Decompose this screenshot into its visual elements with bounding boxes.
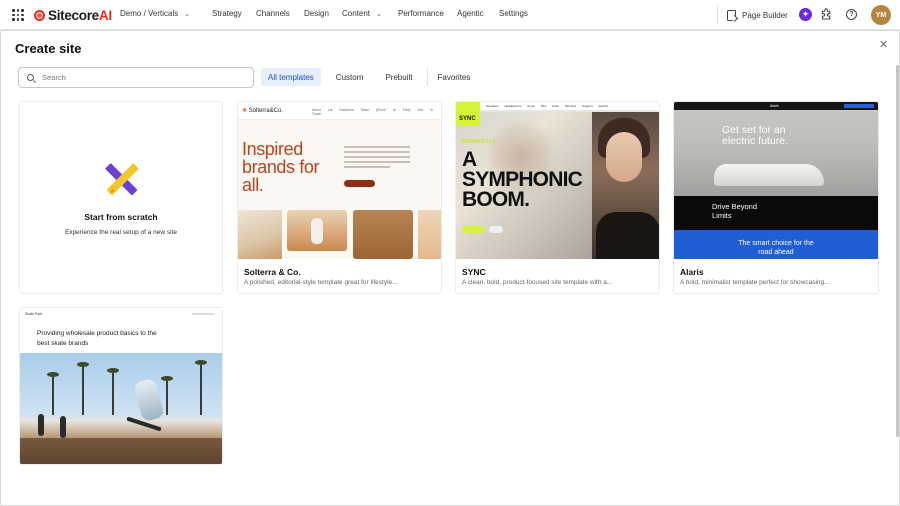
template-name: SYNC	[462, 267, 486, 277]
nav-settings[interactable]: Settings	[499, 9, 528, 18]
preview-cta	[489, 226, 503, 233]
nav-design[interactable]: Design	[304, 9, 329, 18]
preview-image	[238, 210, 282, 259]
avatar[interactable]: YM	[871, 5, 891, 25]
modal-title: Create site	[15, 41, 82, 56]
template-preview: ✺ Solterra&Co. About Us Solutions Team […	[238, 102, 441, 259]
preview-brand: Skate Park	[25, 312, 43, 316]
preview-image	[287, 210, 347, 251]
preview-cta	[844, 104, 874, 108]
tab-all-templates[interactable]: All templates	[261, 68, 321, 86]
nav-strategy[interactable]: Strategy	[212, 9, 242, 18]
preview-links: About Us Solutions Team [Scroll to Flex]…	[312, 108, 433, 116]
preview-subheadline: Drive Beyond Limits	[712, 202, 758, 220]
tab-favorites[interactable]: Favorites	[430, 68, 477, 86]
template-preview: Alaris Get set for an electric future. D…	[674, 102, 878, 259]
nav-agentic[interactable]: Agentic	[457, 9, 484, 18]
preview-tagline: The smart choice for the road ahead	[738, 240, 814, 256]
site-switcher-label: Demo / Verticals	[120, 9, 179, 18]
extensions-puzzle-icon[interactable]	[820, 8, 833, 21]
template-filter-tabs: All templates Custom Prebuilt Favorites	[261, 68, 485, 86]
template-card-skate-park[interactable]: Skate Park Providing wholesale product b…	[19, 307, 223, 465]
scratch-description: Experience the real setup of a new site	[64, 229, 177, 236]
preview-image	[714, 164, 824, 186]
search-input[interactable]	[42, 73, 232, 82]
preview-headline: A SYMPHONIC BOOM.	[462, 148, 583, 211]
preview-section	[674, 196, 878, 230]
preview-links: Speakers Headphones Amps Pics Artist Ser…	[486, 104, 608, 108]
chevron-down-icon: ⌄	[184, 10, 191, 18]
template-description: A clean, bold, product-focused site temp…	[462, 279, 613, 286]
preview-brand: ✺ Solterra&Co.	[242, 108, 284, 114]
template-card-sync[interactable]: Speakers Headphones Amps Pics Artist Ser…	[455, 101, 660, 294]
nav-performance[interactable]: Performance	[398, 9, 444, 18]
preview-nav: Alaris	[674, 102, 878, 110]
app-name: SitecoreAI	[48, 7, 112, 23]
preview-image	[108, 368, 118, 415]
preview-nav: Speakers Headphones Amps Pics Artist Ser…	[456, 102, 659, 110]
sitecore-logo[interactable]: SitecoreAI	[34, 7, 112, 23]
preview-image	[38, 414, 44, 436]
tab-prebuilt[interactable]: Prebuilt	[378, 68, 419, 86]
template-name: Solterra & Co.	[244, 267, 301, 277]
preview-image	[596, 212, 659, 259]
template-card-solterra[interactable]: ✺ Solterra&Co. About Us Solutions Team […	[237, 101, 442, 294]
preview-cta	[344, 180, 375, 187]
page-builder-button[interactable]: Page Builder	[727, 7, 788, 23]
scratch-title: Start from scratch	[84, 212, 158, 222]
preview-image	[606, 132, 642, 182]
template-preview: Speakers Headphones Amps Pics Artist Ser…	[456, 102, 659, 259]
chevron-down-icon: ⌄	[376, 10, 382, 18]
page-builder-label: Page Builder	[742, 10, 788, 20]
app-switcher-icon[interactable]	[12, 9, 24, 21]
preview-nav	[192, 313, 214, 315]
nav-channels[interactable]: Channels	[256, 9, 290, 18]
preview-nav: ✺ Solterra&Co. About Us Solutions Team […	[238, 102, 441, 120]
preview-headline: Providing wholesale product basics to th…	[37, 330, 157, 347]
preview-image	[162, 376, 172, 415]
preview-image	[20, 438, 222, 464]
preview-headline: Inspired brands for all.	[242, 139, 320, 195]
preview-header: Skate Park Providing wholesale product b…	[20, 308, 222, 353]
preview-headline: Get set for an electric future.	[722, 124, 788, 147]
divider	[427, 68, 429, 86]
preview-cta	[462, 226, 485, 233]
preview-image	[60, 416, 66, 438]
ai-assistant-icon[interactable]: ✦	[799, 8, 812, 21]
template-description: A polished, editorial-style template gre…	[244, 279, 398, 286]
divider	[717, 6, 718, 24]
nav-content-label: Content	[342, 9, 371, 18]
search-icon	[27, 74, 34, 81]
sitecore-logo-icon	[34, 9, 45, 21]
help-icon[interactable]: ?	[846, 9, 857, 20]
close-icon[interactable]: ✕	[879, 40, 888, 51]
site-switcher-dropdown[interactable]: Demo / Verticals ⌄	[120, 9, 190, 18]
create-site-modal: Create site ✕ All templates Custom Prebu…	[0, 30, 900, 506]
scrollbar[interactable]	[896, 65, 899, 437]
preview-image	[418, 210, 441, 259]
preview-text	[344, 146, 410, 168]
preview-image	[48, 372, 58, 415]
template-name: Alaris	[680, 267, 704, 277]
preview-brand: Alaris	[770, 104, 779, 108]
top-navigation-bar: SitecoreAI Demo / Verticals ⌄ Strategy C…	[0, 0, 900, 30]
template-card-alaris[interactable]: Alaris Get set for an electric future. D…	[673, 101, 879, 294]
preview-image	[78, 362, 88, 415]
page-edit-icon	[727, 9, 736, 21]
preview-image	[196, 360, 206, 415]
preview-image	[353, 210, 413, 259]
tab-custom[interactable]: Custom	[329, 68, 371, 86]
preview-brand: SYNC	[456, 102, 480, 126]
template-description: A bold, minimalist template perfect for …	[680, 279, 830, 286]
start-from-scratch-card[interactable]: Start from scratch Experience the real s…	[19, 101, 223, 294]
pencil-ruler-icon	[105, 163, 139, 196]
search-field[interactable]	[18, 67, 254, 88]
nav-content[interactable]: Content ⌄	[342, 9, 382, 18]
preview-tag: MONARCH II	[462, 139, 496, 145]
